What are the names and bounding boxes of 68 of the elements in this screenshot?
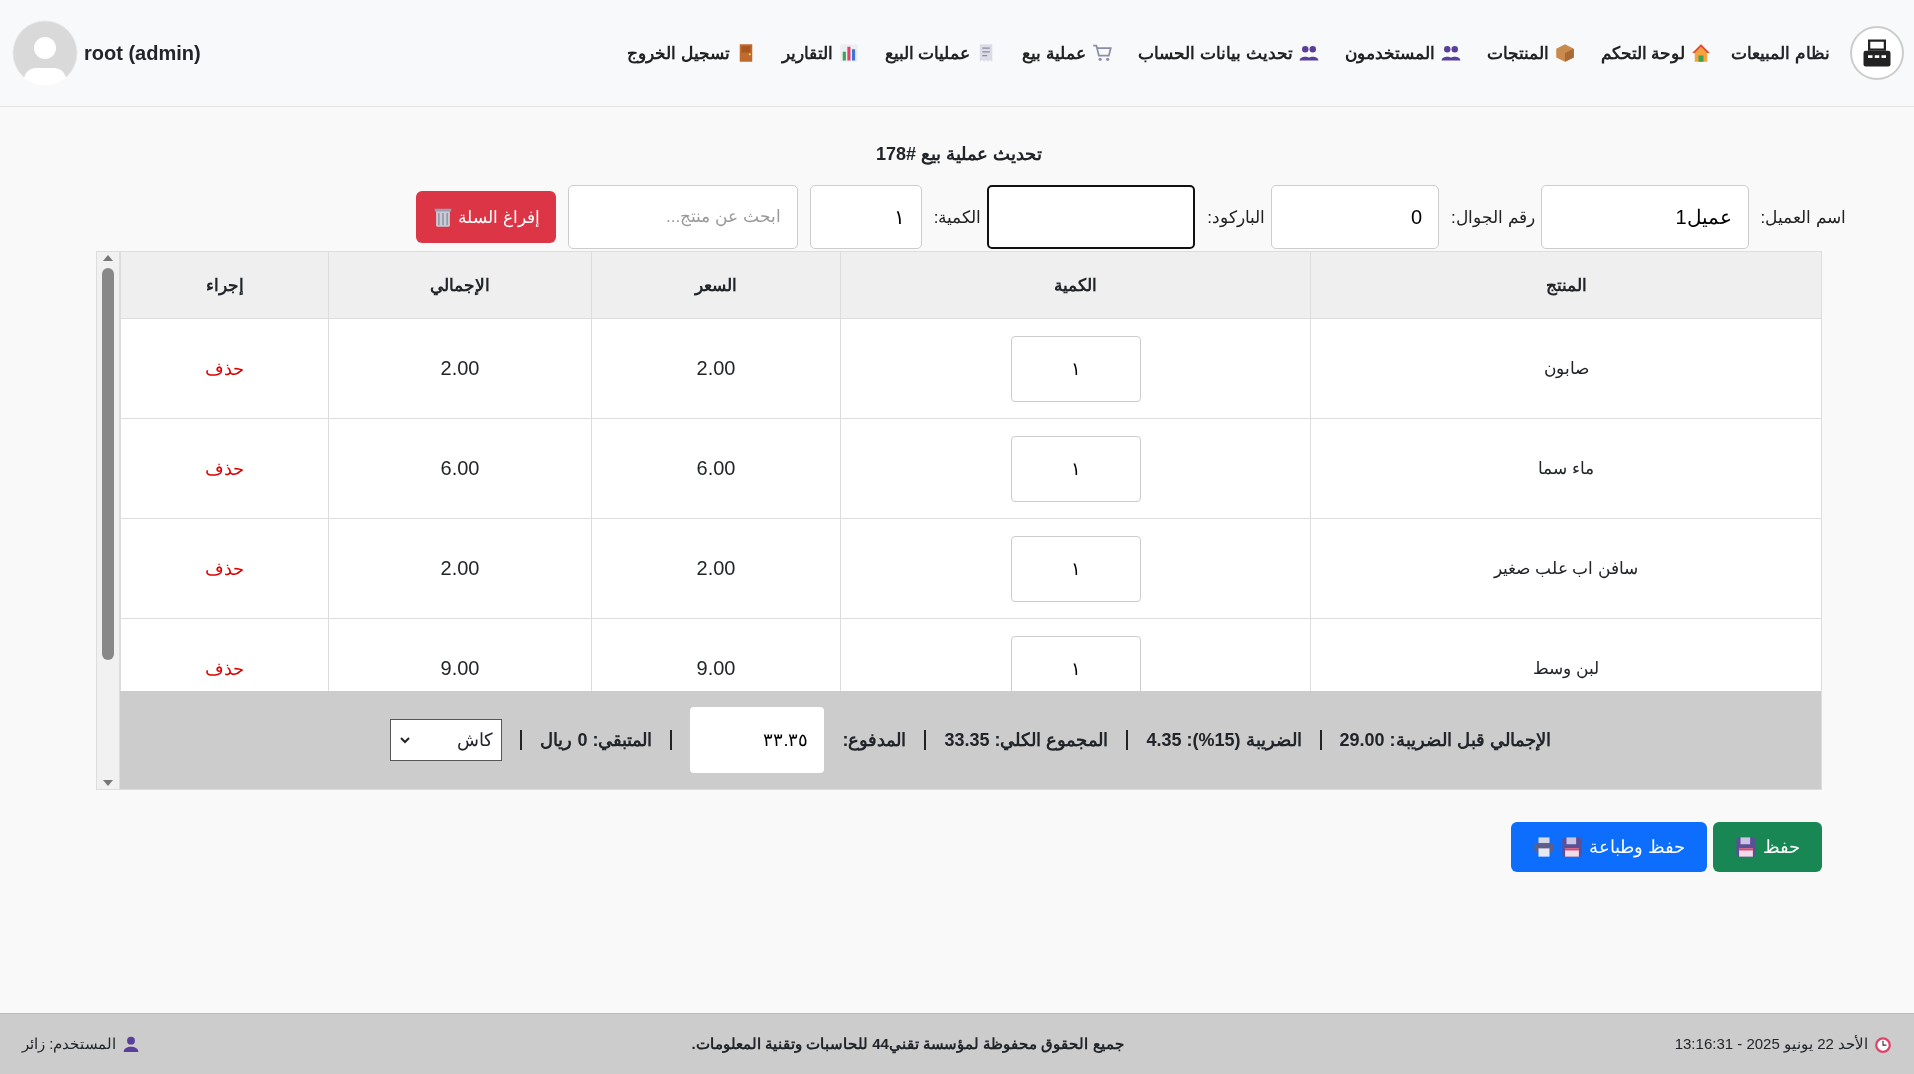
- input-field[interactable]: 0: [1271, 185, 1440, 249]
- cash-register-icon: [1850, 26, 1904, 80]
- quantity-field[interactable]: ١: [1010, 335, 1141, 402]
- cart-icon: [1092, 43, 1113, 63]
- brand-name: نظام المبيعات: [1731, 42, 1830, 64]
- table-cell: 6.00: [328, 419, 591, 519]
- field-label: الباركود:: [1207, 206, 1266, 228]
- tax-text: الضريبة (15%): 4.35: [1146, 729, 1302, 751]
- users-icon: [1440, 43, 1461, 63]
- scrollbar[interactable]: [97, 252, 120, 789]
- users-icon: [1298, 43, 1319, 63]
- avatar-icon: [12, 20, 78, 86]
- copyright-text: جميع الحقوق محفوظة لمؤسسة تقني44 للحاسبات وتقنية المعلومات.: [691, 1035, 1124, 1053]
- alarm-clock-icon: [1874, 1035, 1892, 1053]
- bar-chart-icon: [838, 43, 859, 63]
- field-label: اسم العميل:: [1760, 206, 1846, 228]
- delete-link[interactable]: حذف: [205, 557, 244, 580]
- column-header: الإجمالي: [328, 252, 591, 319]
- nav-link[interactable]: تحديث بيانات الحساب: [1138, 42, 1319, 64]
- nav-link[interactable]: عمليات البيع: [884, 42, 997, 64]
- paid-amount-field[interactable]: ٣٣.٣٥: [690, 707, 825, 773]
- table-cell: 6.00: [591, 419, 840, 519]
- box-icon: [1554, 43, 1575, 63]
- nav-link[interactable]: المنتجات: [1486, 42, 1575, 64]
- input-field[interactable]: [987, 185, 1196, 249]
- table-cell: سافن اب علب صغير: [1310, 519, 1821, 619]
- table-cell: صابون: [1310, 319, 1821, 419]
- quantity-field[interactable]: ١: [1010, 635, 1141, 691]
- field-label: الكمية:: [933, 206, 982, 228]
- nav-link[interactable]: المستخدمون: [1344, 42, 1461, 64]
- delete-link[interactable]: حذف: [205, 657, 244, 680]
- quantity-field[interactable]: ١: [1010, 435, 1141, 502]
- nav-link[interactable]: التقارير: [781, 42, 859, 64]
- table-cell: 2.00: [591, 319, 840, 419]
- input-field[interactable]: عميل1: [1540, 185, 1749, 249]
- subtotal-text: الإجمالي قبل الضريبة: 29.00: [1339, 729, 1551, 751]
- grand-total-text: المجموع الكلي: 33.35: [944, 729, 1109, 751]
- table-cell: 2.00: [328, 519, 591, 619]
- nav-link[interactable]: لوحة التحكم: [1600, 42, 1712, 64]
- remaining-text: المتبقي: 0 ريال: [540, 729, 653, 751]
- field-label: رقم الجوال:: [1451, 206, 1535, 228]
- column-header: السعر: [591, 252, 840, 319]
- chevron-down-icon: [399, 734, 412, 746]
- table-cell: 2.00: [328, 319, 591, 419]
- field-label: المدفوع:: [842, 729, 907, 751]
- printer-icon: [1533, 836, 1555, 858]
- house-icon: [1691, 43, 1712, 63]
- delete-link[interactable]: حذف: [205, 457, 244, 480]
- delete-link[interactable]: حذف: [205, 357, 244, 380]
- save-button[interactable]: حفظ: [1713, 822, 1822, 872]
- table-cell: ماء سما: [1310, 419, 1821, 519]
- payment-method-dropdown[interactable]: كاش: [390, 719, 503, 761]
- nav-link[interactable]: تسجيل الخروج: [626, 42, 756, 64]
- user-name: root (admin): [84, 41, 201, 65]
- quantity-field[interactable]: ١: [1010, 535, 1141, 602]
- input-field[interactable]: ١: [809, 185, 922, 249]
- person-icon: [122, 1035, 141, 1053]
- search-field[interactable]: ابحث عن منتج...: [567, 185, 798, 249]
- column-header: إجراء: [120, 252, 328, 319]
- current-user: المستخدم: زائر: [22, 1035, 117, 1053]
- nav-link[interactable]: عملية بيع: [1022, 42, 1113, 64]
- page-title: تحديث عملية بيع #178: [874, 143, 1044, 165]
- table-cell: 2.00: [591, 519, 840, 619]
- save-and-print-button[interactable]: حفظ وطباعة: [1511, 822, 1707, 872]
- column-header: المنتج: [1310, 252, 1821, 319]
- date-time: الأحد 22 يونيو 2025 - 13:16:31: [1674, 1035, 1868, 1053]
- empty-cart-button[interactable]: إفراغ السلة: [415, 191, 556, 243]
- column-header: الكمية: [840, 252, 1310, 319]
